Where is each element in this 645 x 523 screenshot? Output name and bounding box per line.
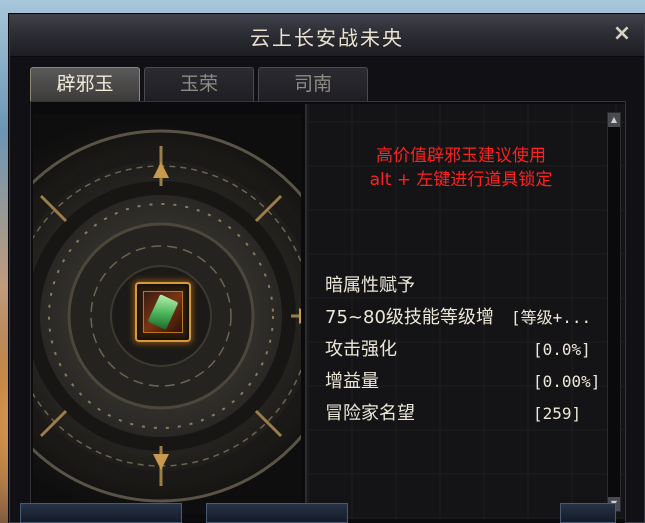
bottom-middle-button[interactable] bbox=[206, 503, 348, 523]
stat-row: 增益量 [0.00%] bbox=[325, 366, 605, 398]
stat-label: 暗属性赋予 bbox=[325, 275, 415, 296]
item-slot[interactable] bbox=[135, 282, 191, 342]
warning-line-1: 高价值辟邪玉建议使用 bbox=[376, 146, 546, 166]
stat-label: 攻击强化 bbox=[325, 339, 397, 360]
warning-line-2: alt + 左键进行道具锁定 bbox=[369, 170, 553, 190]
stat-label: 75~80级技能等级增 bbox=[325, 307, 494, 328]
stats-list: 暗属性赋予 75~80级技能等级增 [等级+... 攻击强化 [0.0%] 增益… bbox=[325, 270, 605, 430]
scrollbar[interactable]: ▲ ▼ bbox=[607, 112, 621, 512]
tab-sinan[interactable]: 司南 bbox=[258, 67, 368, 101]
bottom-right-button[interactable] bbox=[560, 503, 616, 523]
item-window: 云上长安战未央 × 辟邪玉 玉荣 司南 高价值辟邪玉建议使用 alt + 左键进… bbox=[9, 14, 645, 523]
stat-value: [0.0%] bbox=[533, 340, 591, 359]
disk-panel bbox=[33, 114, 301, 514]
info-panel: 高价值辟邪玉建议使用 alt + 左键进行道具锁定 暗属性赋予 75~80级技能… bbox=[305, 104, 625, 519]
close-button[interactable]: × bbox=[610, 21, 634, 47]
title-bar[interactable]: 云上长安战未央 × bbox=[10, 15, 644, 57]
stat-value: [259] bbox=[533, 404, 582, 423]
stat-row: 攻击强化 [0.0%] bbox=[325, 334, 605, 366]
bottom-strip bbox=[20, 503, 620, 523]
tab-yurong[interactable]: 玉荣 bbox=[144, 67, 254, 101]
stat-value: [等级+... bbox=[511, 308, 592, 327]
stat-row: 75~80级技能等级增 [等级+... bbox=[325, 302, 605, 334]
stat-row: 暗属性赋予 bbox=[325, 270, 605, 302]
bottom-left-button[interactable] bbox=[20, 503, 182, 523]
tab-bixieyu[interactable]: 辟邪玉 bbox=[30, 67, 140, 101]
stat-label: 增益量 bbox=[325, 371, 379, 392]
window-title: 云上长安战未央 bbox=[250, 26, 404, 50]
scroll-up-icon[interactable]: ▲ bbox=[608, 113, 620, 127]
jade-talisman-icon[interactable] bbox=[143, 291, 183, 333]
lock-warning: 高价值辟邪玉建议使用 alt + 左键进行道具锁定 bbox=[321, 144, 601, 192]
stat-value: [0.00%] bbox=[533, 372, 601, 391]
stat-label: 冒险家名望 bbox=[325, 403, 415, 424]
content-area: 高价值辟邪玉建议使用 alt + 左键进行道具锁定 暗属性赋予 75~80级技能… bbox=[30, 101, 626, 523]
stat-row: 冒险家名望 [259] bbox=[325, 398, 605, 430]
